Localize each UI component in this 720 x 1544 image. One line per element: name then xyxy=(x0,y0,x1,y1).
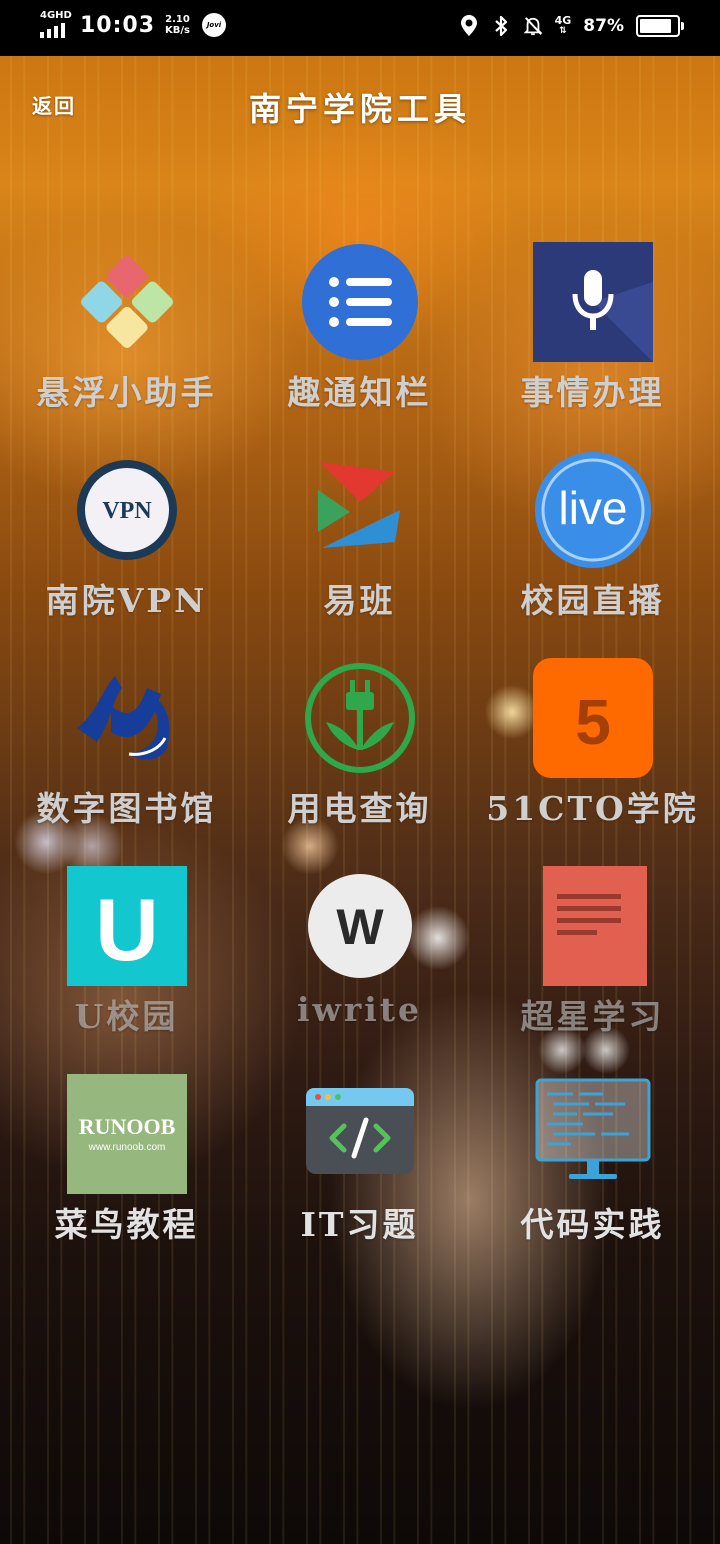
app-51cto[interactable]: 5 51CTO学院 xyxy=(476,658,709,866)
code-monitor-icon xyxy=(533,1074,653,1194)
u-campus-icon: U xyxy=(66,866,187,986)
signal-icon: 4GHD xyxy=(40,10,72,40)
app-label: 51CTO学院 xyxy=(486,789,699,828)
iwrite-icon: W xyxy=(300,866,420,986)
app-runoob[interactable]: RUNOOB www.runoob.com 菜鸟教程 xyxy=(10,1074,243,1282)
runoob-icon-text: RUNOOB xyxy=(78,1114,175,1139)
app-code-practice[interactable]: 代码实践 xyxy=(476,1074,709,1282)
app-digital-library[interactable]: 数字图书馆 xyxy=(10,658,243,866)
app-notification-bar[interactable]: 趣通知栏 xyxy=(243,242,476,450)
app-grid: 悬浮小助手 趣通知栏 事情办理 VPN 南院VPN 易班 live 校园直播 数… xyxy=(10,242,710,1282)
51cto-icon-text: 5 xyxy=(575,686,611,758)
code-window-icon xyxy=(300,1074,420,1194)
notification-list-icon xyxy=(300,242,420,362)
app-label: 菜鸟教程 xyxy=(54,1205,199,1244)
mute-bell-icon xyxy=(523,17,543,36)
status-left: 4GHD 10:03 2.10 KB/s Jovi xyxy=(40,10,227,40)
app-label: 事情办理 xyxy=(520,373,665,412)
app-u-campus[interactable]: U U校园 xyxy=(10,866,243,1074)
app-label: 超星学习 xyxy=(520,997,665,1036)
location-icon xyxy=(460,15,477,36)
chaoxing-document-icon xyxy=(533,866,653,986)
vpn-icon: VPN xyxy=(67,450,187,570)
speed-unit: KB/s xyxy=(165,25,191,36)
mobile-net-type: 4G xyxy=(554,14,572,27)
app-label: 悬浮小助手 xyxy=(36,373,217,412)
battery-fill xyxy=(640,19,672,33)
51cto-icon: 5 xyxy=(532,658,653,778)
live-icon: live xyxy=(533,450,653,570)
app-label: 用电查询 xyxy=(287,789,432,828)
app-label: 趣通知栏 xyxy=(287,373,432,412)
electricity-plug-icon xyxy=(300,658,420,778)
app-label: 校园直播 xyxy=(520,581,665,620)
runoob-icon-subtext: www.runoob.com xyxy=(87,1142,165,1153)
u-icon-text: U xyxy=(95,880,159,979)
jovi-icon: Jovi xyxy=(202,13,227,37)
app-chaoxing[interactable]: 超星学习 xyxy=(476,866,709,1074)
status-time: 10:03 xyxy=(80,12,156,38)
status-right: 4G ⇅ 87% xyxy=(459,14,684,38)
app-label: 易班 xyxy=(323,581,396,620)
app-electricity[interactable]: 用电查询 xyxy=(243,658,476,866)
bluetooth-icon xyxy=(494,15,507,37)
app-label: 南院VPN xyxy=(45,581,208,620)
app-label: 代码实践 xyxy=(520,1205,665,1244)
app-campus-live[interactable]: live 校园直播 xyxy=(476,450,709,658)
page-title: 南宁学院工具 xyxy=(248,90,471,128)
app-label: 数字图书馆 xyxy=(36,789,217,828)
app-yiban[interactable]: 易班 xyxy=(243,450,476,658)
vpn-icon-text: VPN xyxy=(102,498,152,524)
battery-percent: 87% xyxy=(583,16,624,36)
data-arrows-icon: ⇅ xyxy=(559,26,567,36)
app-affairs[interactable]: 事情办理 xyxy=(476,242,709,450)
live-icon-text: live xyxy=(558,482,627,534)
app-it-exercises[interactable]: IT习题 xyxy=(243,1074,476,1282)
network-speed: 2.10 KB/s xyxy=(165,14,190,36)
microphone-icon xyxy=(532,242,653,362)
iwrite-icon-text: W xyxy=(336,899,384,955)
app-iwrite[interactable]: W iwrite xyxy=(243,866,476,1074)
battery-icon xyxy=(636,15,684,37)
network-type: 4GHD xyxy=(40,10,72,21)
floating-assistant-icon xyxy=(67,242,187,362)
digital-library-icon xyxy=(67,658,187,778)
app-vpn[interactable]: VPN 南院VPN xyxy=(10,450,243,658)
app-label: U校园 xyxy=(74,997,179,1036)
mobile-network-indicator: 4G ⇅ xyxy=(554,14,572,36)
yiban-icon xyxy=(300,450,420,570)
runoob-icon: RUNOOB www.runoob.com xyxy=(66,1074,187,1194)
app-label: IT习题 xyxy=(300,1205,419,1244)
status-bar: 4GHD 10:03 2.10 KB/s Jovi 4G ⇅ 87% xyxy=(0,0,720,56)
app-floating-assistant[interactable]: 悬浮小助手 xyxy=(10,242,243,450)
speed-value: 2.10 xyxy=(165,14,190,25)
app-label: iwrite xyxy=(296,990,423,1029)
